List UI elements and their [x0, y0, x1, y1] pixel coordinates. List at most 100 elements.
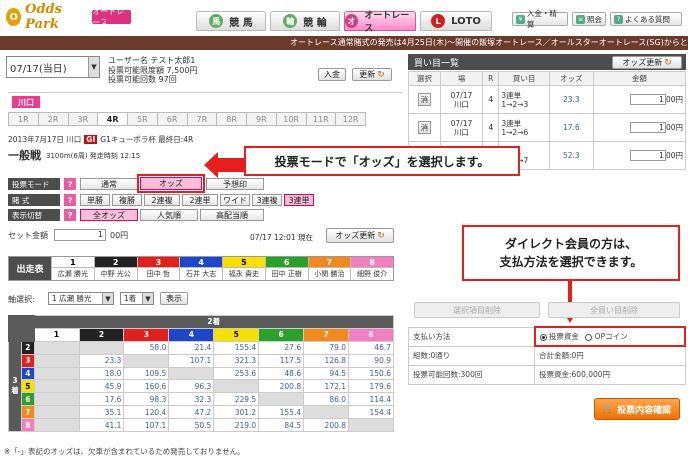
odds-cell[interactable]: 253.6	[213, 366, 260, 381]
help-icon[interactable]: ?	[64, 178, 76, 190]
tab-race-4[interactable]: 4R	[97, 112, 128, 126]
odds-cell[interactable]: 21.4	[168, 340, 215, 355]
type-place-button[interactable]: 複勝	[112, 194, 142, 206]
display-high-payout-button[interactable]: 高配当順	[200, 209, 264, 221]
odds-cell[interactable]: 179.6	[348, 379, 394, 394]
odds-cell[interactable]: 35.1	[78, 405, 125, 420]
odds-cell[interactable]: 23.3	[78, 353, 125, 368]
odds-cell[interactable]: 160.6	[123, 379, 170, 394]
odds-cell[interactable]: 200.8	[303, 418, 350, 433]
odds-cell[interactable]: 90.9	[348, 353, 394, 368]
odds-cell[interactable]: 32.3	[168, 392, 215, 407]
odds-cell[interactable]: 18.0	[78, 366, 125, 381]
odds-cell[interactable]: 58.0	[123, 340, 170, 355]
tab-keirin[interactable]: 輪競 輪	[270, 11, 340, 31]
odds-cell[interactable]: 79.0	[303, 340, 350, 355]
odds-cell[interactable]: 47.2	[168, 405, 215, 420]
entry-number: 5	[223, 257, 265, 268]
bet-odds-refresh-button[interactable]: オッズ更新 ↻	[612, 56, 682, 69]
odds-cell[interactable]: 126.8	[303, 353, 350, 368]
odds-cell[interactable]: 109.5	[123, 366, 170, 381]
odds-cell[interactable]: 154.4	[348, 405, 394, 420]
deposit-button[interactable]: 入金	[318, 68, 346, 81]
refresh-button[interactable]: 更新 ↻	[352, 68, 392, 81]
odds-cell[interactable]: 86.0	[303, 392, 350, 407]
tab-race-2[interactable]: 2R	[37, 112, 69, 126]
odds-cell[interactable]: 107.1	[168, 353, 215, 368]
odds-cell[interactable]: 94.5	[303, 366, 350, 381]
delete-selected-button[interactable]: 選択項目削除	[414, 302, 540, 318]
bet-amount-input[interactable]: 1	[629, 122, 666, 133]
radio-op-coin[interactable]	[585, 333, 593, 341]
axis-place-select[interactable]: 1着 ▼	[120, 292, 154, 305]
deposit-settle-button[interactable]: ¥ 入金・精算	[512, 9, 568, 29]
odds-cell[interactable]: 98.3	[123, 392, 170, 407]
remove-bet-button[interactable]: 消	[417, 93, 432, 106]
help-icon[interactable]: ?	[64, 194, 76, 206]
bet-amount-input[interactable]: 1	[629, 150, 666, 161]
tab-race-11[interactable]: 11R	[305, 112, 337, 126]
odds-refresh-button[interactable]: オッズ更新 ↻	[326, 228, 394, 243]
set-amount-input[interactable]: 1	[54, 229, 106, 241]
tab-autorace[interactable]: オオートレース	[344, 11, 416, 34]
tab-race-7[interactable]: 7R	[186, 112, 218, 126]
odds-cell[interactable]: 114.4	[348, 392, 394, 407]
faq-button[interactable]: ? よくある質問	[610, 12, 682, 26]
odds-cell[interactable]: 41.1	[78, 418, 125, 433]
tab-race-6[interactable]: 6R	[156, 112, 188, 126]
tab-loto[interactable]: L LOTO	[420, 11, 492, 31]
odds-cell[interactable]: 120.4	[123, 405, 170, 420]
tab-keiba[interactable]: 馬競 馬	[196, 11, 266, 31]
odds-cell[interactable]: 84.5	[258, 418, 305, 433]
display-all-button[interactable]: 全オッズ	[80, 209, 138, 221]
help-icon[interactable]: ?	[64, 209, 76, 221]
tab-race-10[interactable]: 10R	[275, 112, 307, 126]
axis-first-select[interactable]: 1 広瀬 勝光 ▼	[48, 292, 114, 305]
mode-normal-button[interactable]: 通常	[80, 178, 138, 190]
odds-cell[interactable]: 321.3	[213, 353, 260, 368]
bet-mode-label: 投票モード	[8, 178, 60, 190]
odds-cell[interactable]: 17.6	[78, 392, 125, 407]
odds-cell[interactable]: 117.5	[258, 353, 305, 368]
tab-race-1[interactable]: 1R	[8, 112, 39, 126]
remove-bet-button[interactable]: 消	[417, 121, 432, 134]
odds-cell[interactable]: 229.5	[213, 392, 260, 407]
odds-cell[interactable]: 48.6	[258, 366, 305, 381]
delete-all-button[interactable]: 全買い目削除	[548, 302, 680, 318]
odds-cell[interactable]: 172.1	[303, 379, 350, 394]
odds-cell[interactable]: 96.3	[168, 379, 215, 394]
odds-cell[interactable]: 50.5	[168, 418, 215, 433]
tab-race-12[interactable]: 12R	[335, 112, 366, 126]
tab-race-9[interactable]: 9R	[246, 112, 277, 126]
set-amount-unit: 00円	[110, 231, 129, 240]
odds-cell[interactable]: 46.7	[348, 340, 394, 355]
tab-race-5[interactable]: 5R	[127, 112, 158, 126]
odds-cell[interactable]: 155.4	[258, 405, 305, 420]
inquiry-button[interactable]: ≡ 照会	[572, 12, 606, 26]
tab-race-8[interactable]: 8R	[216, 112, 247, 126]
type-trio-button[interactable]: 3連複	[252, 194, 282, 206]
type-wide-button[interactable]: ワイド	[220, 194, 250, 206]
odds-cell[interactable]: 155.4	[213, 340, 260, 355]
type-exacta-button[interactable]: 2連単	[182, 194, 218, 206]
odds-cell[interactable]: 45.9	[78, 379, 125, 394]
entry-4: 4 石井 大志	[179, 257, 222, 280]
date-select[interactable]: 07/17(当日) ▼	[6, 56, 100, 78]
odds-cell[interactable]: 107.1	[123, 418, 170, 433]
show-button[interactable]: 表示	[160, 292, 188, 305]
venue-tab[interactable]: 川口	[12, 96, 40, 108]
type-quinella-button[interactable]: 2連複	[144, 194, 180, 206]
odds-cell[interactable]: 150.6	[348, 366, 394, 381]
radio-funds[interactable]	[539, 333, 547, 341]
oddspark-logo[interactable]: O Odds Park オートレース	[6, 2, 131, 32]
type-trifecta-button[interactable]: 3連単	[284, 194, 314, 206]
confirm-bet-button[interactable]: 🛒 投票内容確認	[594, 398, 680, 420]
display-popular-button[interactable]: 人気順	[140, 209, 198, 221]
odds-cell[interactable]: 200.8	[258, 379, 305, 394]
odds-cell[interactable]: 301.2	[213, 405, 260, 420]
odds-cell[interactable]: 27.6	[258, 340, 305, 355]
type-win-button[interactable]: 単勝	[80, 194, 110, 206]
odds-cell[interactable]: 219.0	[213, 418, 260, 433]
tab-race-3[interactable]: 3R	[67, 112, 99, 126]
bet-amount-input[interactable]: 1	[629, 94, 666, 105]
